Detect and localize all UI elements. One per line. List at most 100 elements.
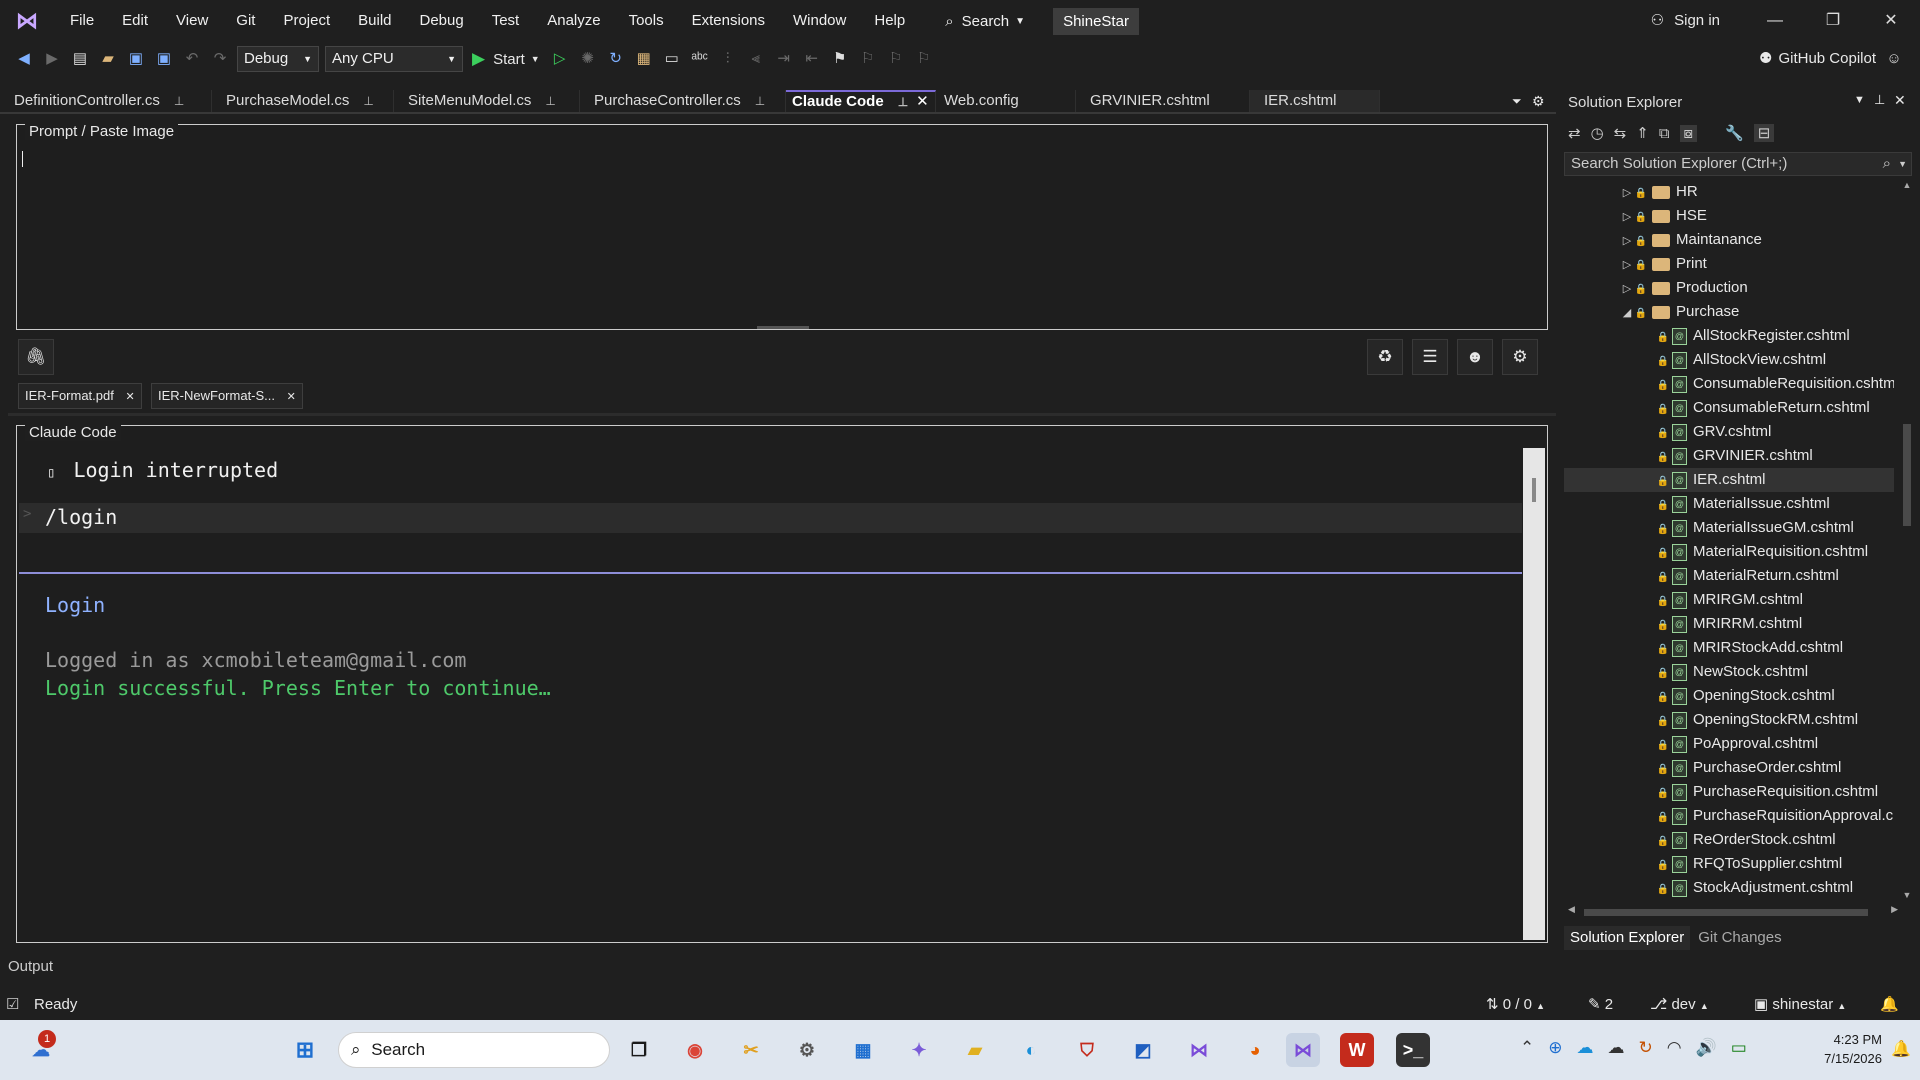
next-bookmark-icon[interactable]: ⚐ [884,47,908,71]
azure-data-studio-icon[interactable]: ◩ [1126,1033,1160,1067]
uncomment-icon[interactable]: ⫷ [744,47,768,71]
remove-attachment-icon[interactable]: ✕ [125,391,134,403]
tree-file-row[interactable]: 🔒 @ PurchaseOrder.cshtml [1564,756,1894,780]
layout-icon[interactable]: ▭ [660,47,684,71]
expand-arrow-icon[interactable]: ▷ [1620,253,1634,276]
pin-icon[interactable]: ⊥ [545,90,555,112]
collapse-arrow-icon[interactable]: ◢ [1620,301,1634,324]
tab-overflow-icon[interactable]: ⏷ [1512,90,1532,112]
menu-window[interactable]: Window [779,0,860,42]
filter-icon[interactable]: ⧇ [1679,124,1698,142]
clear-bookmarks-icon[interactable]: ⚐ [912,47,936,71]
start-without-debug-icon[interactable]: ▷ [548,47,572,71]
menu-button[interactable]: ☰ [1412,339,1448,375]
menu-view[interactable]: View [162,0,222,42]
tree-folder-hse[interactable]: ▷ 🔒 HSE [1564,204,1894,228]
store-icon[interactable]: ▦ [846,1033,880,1067]
menu-help[interactable]: Help [860,0,919,42]
pin-icon[interactable]: ⊥ [898,91,908,113]
tree-horizontal-scrollbar[interactable]: ◀ ▶ [1568,904,1898,918]
tree-folder-purchase[interactable]: ◢ 🔒 Purchase [1564,300,1894,324]
chevron-up-icon[interactable]: ⌃ [1520,1038,1534,1058]
expand-arrow-icon[interactable]: ▷ [1620,277,1634,300]
tree-file-row[interactable]: 🔒 @ StockAdjustment.cshtml [1564,876,1894,900]
scroll-up-icon[interactable]: ▲ [1900,180,1914,190]
pin-icon[interactable]: ⊥ [755,90,765,112]
firefox-icon[interactable]: ◕ [1238,1033,1272,1067]
menu-edit[interactable]: Edit [108,0,162,42]
tree-vertical-scrollbar[interactable]: ▲ ▼ [1900,180,1914,900]
tab-sitemenumodel[interactable]: SiteMenuModel.cs ⊥ [394,90,580,112]
panel-divider[interactable] [8,413,1556,416]
hot-reload-icon[interactable]: ✺ [576,47,600,71]
expand-arrow-icon[interactable]: ▷ [1620,181,1634,204]
tree-file-row[interactable]: 🔒 @ RFQToSupplier.cshtml [1564,852,1894,876]
tree-file-row[interactable]: 🔒 @ MaterialIssueGM.cshtml [1564,516,1894,540]
tab-claude-code[interactable]: Claude Code ⊥ ✕ [786,90,936,112]
tab-web-config[interactable]: Web.config [936,90,1076,112]
refresh-icon[interactable]: ↻ [604,47,628,71]
tree-file-row[interactable]: 🔒 @ OpeningStockRM.cshtml [1564,708,1894,732]
tree-file-row[interactable]: 🔒 @ MaterialIssue.cshtml [1564,492,1894,516]
properties-icon[interactable]: 🔧 [1725,124,1744,142]
task-view-icon[interactable]: ❐ [622,1033,656,1067]
spell-check-icon[interactable]: ᵃᵇᶜ [688,47,712,71]
battery-icon[interactable]: ▭ [1731,1038,1747,1058]
notifications-icon[interactable]: 🔔 [1880,990,1899,1020]
terminal-icon[interactable]: >_ [1396,1033,1430,1067]
scrollbar-thumb[interactable] [1903,424,1911,526]
menu-debug[interactable]: Debug [406,0,478,42]
scroll-down-icon[interactable]: ▼ [1900,890,1914,900]
notification-center-icon[interactable]: 🔔 [1884,1033,1918,1067]
tab-solution-explorer[interactable]: Solution Explorer [1564,926,1691,950]
menu-file[interactable]: File [56,0,108,42]
onedrive-icon[interactable]: ☁ [1577,1038,1594,1058]
prev-bookmark-icon[interactable]: ⚐ [856,47,880,71]
start-debug-button[interactable]: ▶ Start ▼ [472,49,540,69]
menu-analyze[interactable]: Analyze [533,0,614,42]
snipping-tool-icon[interactable]: ✂ [734,1033,768,1067]
tab-ier[interactable]: IER.cshtml [1250,90,1380,112]
feedback-icon[interactable]: ☺ [1882,47,1906,71]
tree-file-row[interactable]: 🔒 @ ConsumableRequisition.cshtm [1564,372,1894,396]
tree-file-row[interactable]: 🔒 @ PurchaseRquisitionApproval.c [1564,804,1894,828]
visual-studio-taskbar-icon[interactable]: ⋈ [1286,1033,1320,1067]
tree-file-row[interactable]: 🔒 @ MaterialReturn.cshtml [1564,564,1894,588]
clock[interactable]: 4:23 PM 7/15/2026 [1802,1030,1882,1068]
menu-test[interactable]: Test [478,0,534,42]
minimize-icon[interactable]: — [1746,0,1804,42]
edge-icon[interactable]: ◐ [1014,1033,1048,1067]
tab-grvinier[interactable]: GRVINIER.cshtml [1076,90,1250,112]
prompt-input-area[interactable]: Prompt / Paste Image [16,123,1548,330]
volume-icon[interactable]: 🔊 [1696,1038,1717,1058]
tree-file-row[interactable]: 🔒 @ PoApproval.cshtml [1564,732,1894,756]
pin-icon[interactable]: ⊥ [1874,92,1885,108]
taskbar-search-box[interactable]: ⌕ Search [338,1032,610,1068]
global-search-button[interactable]: ⌕ Search ▼ [933,13,1037,30]
chrome-icon[interactable]: ◉ [678,1033,712,1067]
terminal-output[interactable]: ▯ Login interrupted > /login Login Logged… [19,448,1522,940]
tree-file-row[interactable]: 🔒 @ ReOrderStock.cshtml [1564,828,1894,852]
collapse-all-icon[interactable]: ⇑ [1636,124,1649,142]
visual-studio-code-icon[interactable]: ⋈ [1182,1033,1216,1067]
tree-file-row[interactable]: 🔒 @ NewStock.cshtml [1564,660,1894,684]
restore-icon[interactable]: ❐ [1804,0,1862,42]
windows-start-icon[interactable]: ⊞ [288,1033,322,1067]
settings-button[interactable]: ⚙ [1502,339,1538,375]
tree-folder-hr[interactable]: ▷ 🔒 HR [1564,180,1894,204]
copilot-app-icon[interactable]: ✦ [902,1033,936,1067]
save-icon[interactable]: ▣ [124,47,148,71]
history-icon[interactable]: ◷ [1591,124,1604,142]
tree-file-row[interactable]: 🔒 @ OpeningStock.cshtml [1564,684,1894,708]
tree-file-row[interactable]: 🔒 @ MRIRRM.cshtml [1564,612,1894,636]
save-all-icon[interactable]: ▣ [152,47,176,71]
tree-folder-maintanance[interactable]: ▷ 🔒 Maintanance [1564,228,1894,252]
expand-arrow-icon[interactable]: ▷ [1620,205,1634,228]
tree-file-row[interactable]: 🔒 @ AllStockView.cshtml [1564,348,1894,372]
menu-git[interactable]: Git [222,0,269,42]
new-project-icon[interactable]: ▤ [68,47,92,71]
agent-button[interactable]: ☻ [1457,339,1493,375]
copy-icon[interactable]: ⧉ [1659,125,1670,142]
back-icon[interactable]: ⇆ [1614,124,1627,142]
configuration-select[interactable]: Debug ▼ [237,46,319,72]
